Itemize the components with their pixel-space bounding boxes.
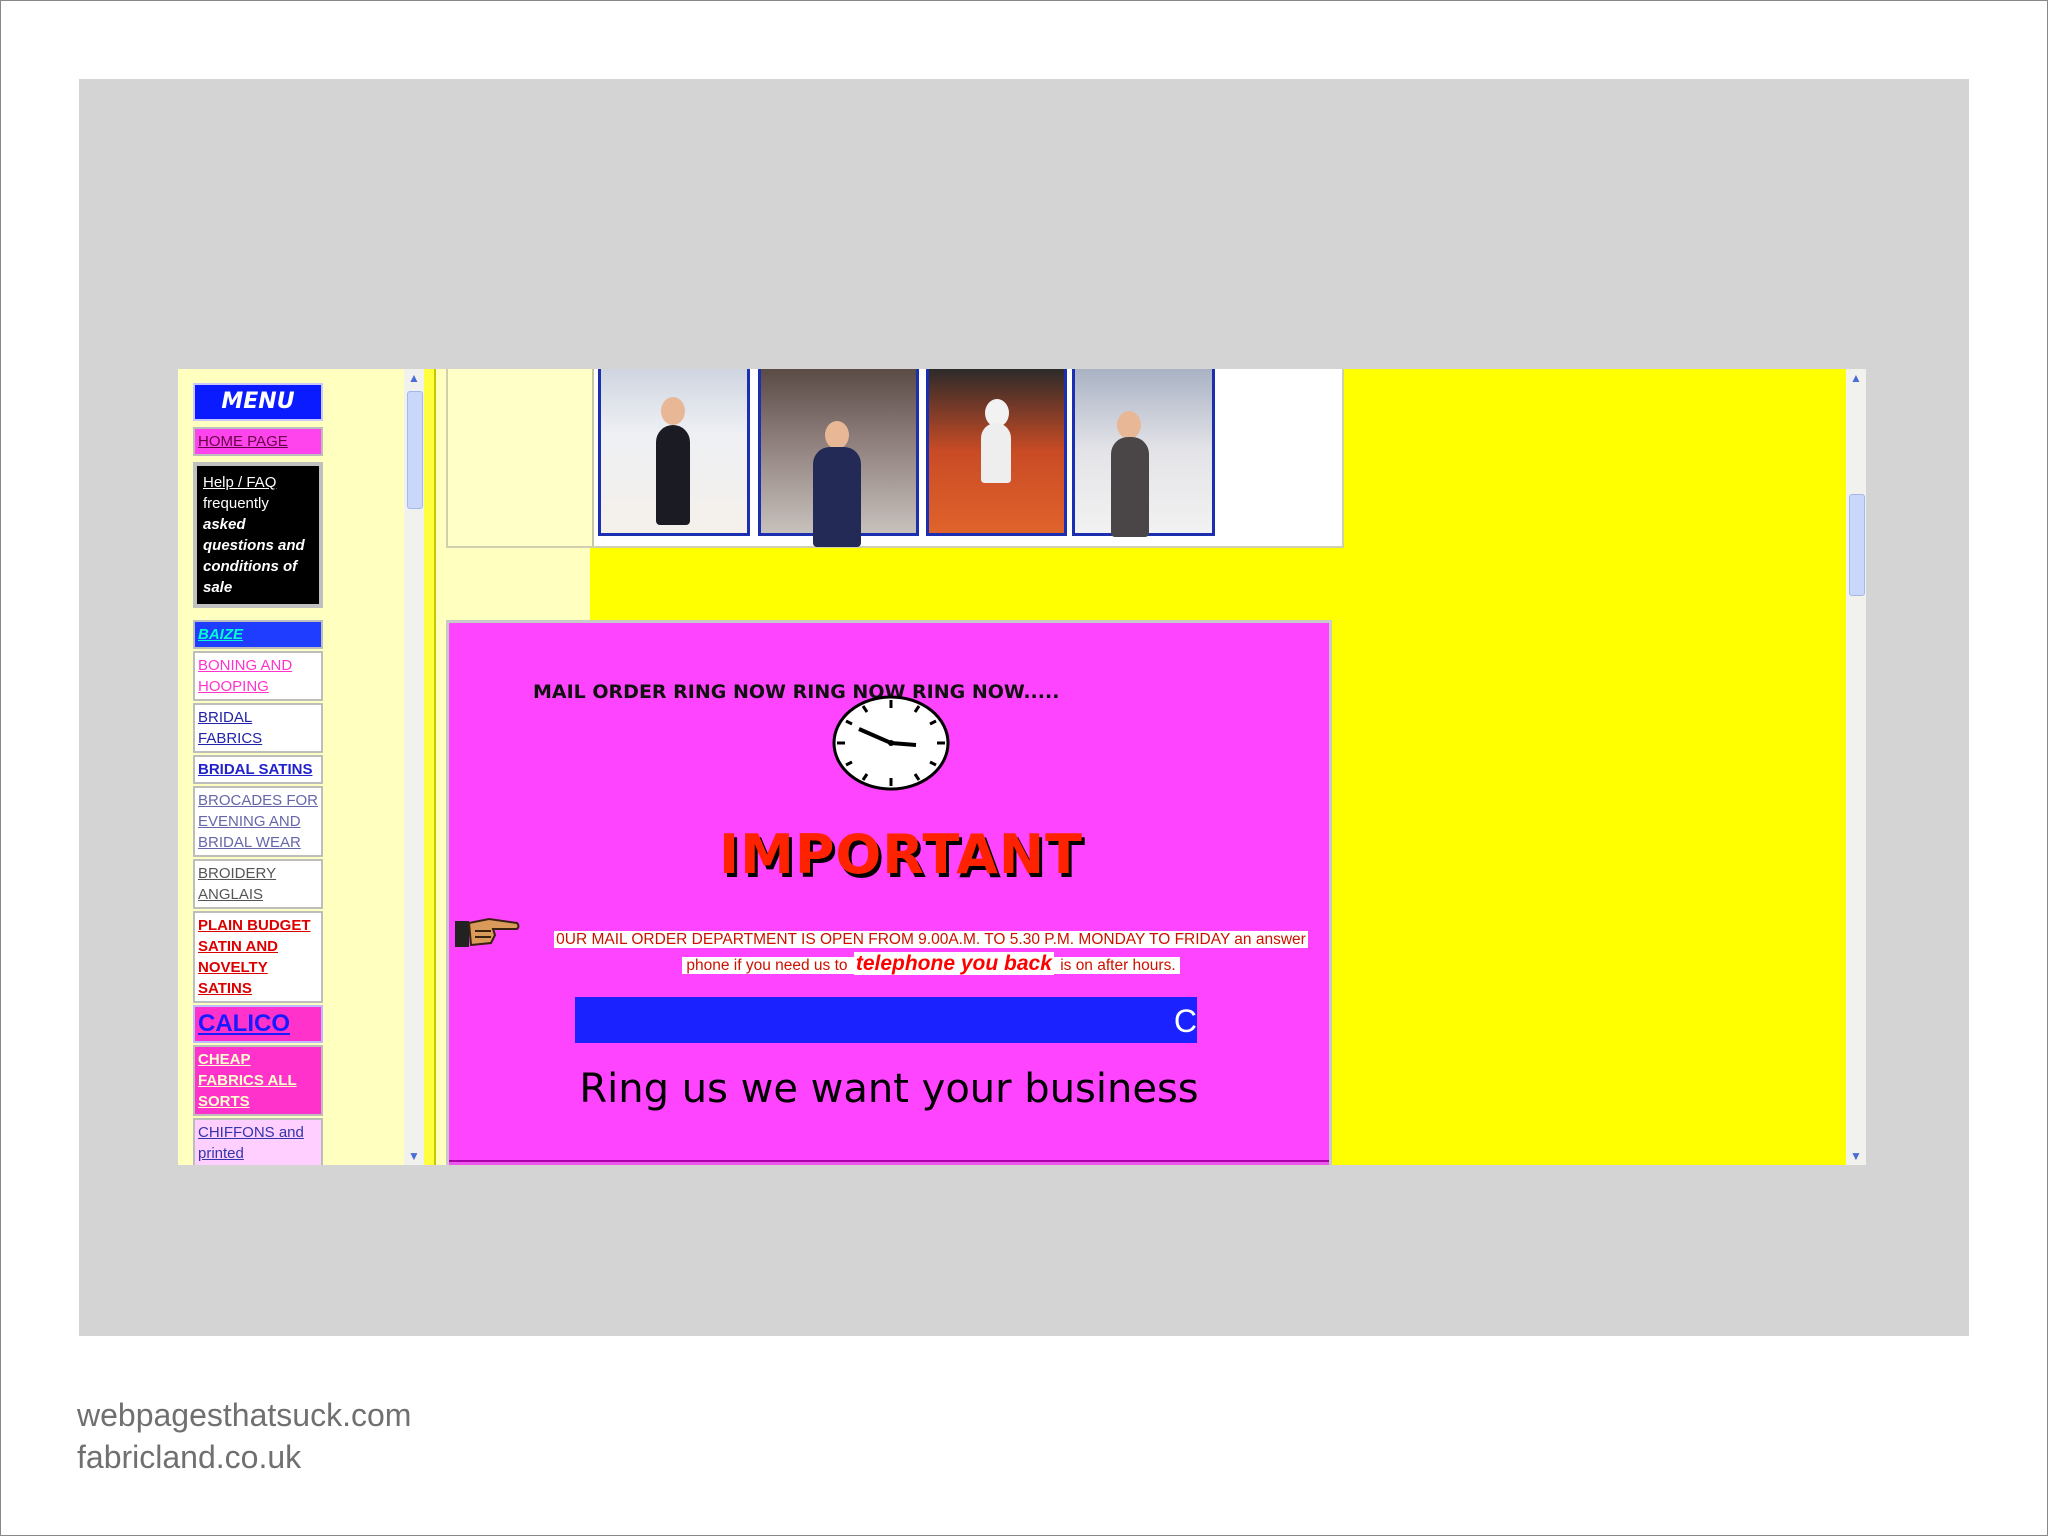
caption-url: fabricland.co.uk <box>77 1439 302 1475</box>
notice-line-2: phone if you need us to <box>684 957 850 974</box>
photo-figure <box>825 421 849 449</box>
help-text: frequently <box>203 495 269 512</box>
mail-order-panel: MAIL ORDER RING NOW RING NOW RING NOW...… <box>446 620 1332 1165</box>
menu-item-chiffons[interactable]: CHIFFONS and printed GEORGETTES <box>193 1118 323 1165</box>
staff-photo <box>926 369 1067 536</box>
caption: webpagesthatsuck.com fabricland.co.uk <box>77 1394 411 1478</box>
photo-figure <box>813 447 861 547</box>
notice-line-1: 0UR MAIL ORDER DEPARTMENT IS OPEN FROM 9… <box>554 931 1308 948</box>
help-faq-link[interactable]: Help / FAQ <box>203 474 276 491</box>
main-scrollbar[interactable]: ▲ ▼ <box>1846 369 1866 1165</box>
menu-item-boning[interactable]: BONING AND HOOPING <box>193 651 323 701</box>
menu-item-broidery[interactable]: BROIDERY ANGLAIS <box>193 859 323 909</box>
scroll-down-arrow-icon[interactable]: ▼ <box>404 1147 424 1165</box>
menu-item-brocades[interactable]: BROCADES FOR EVENING AND BRIDAL WEAR <box>193 786 323 857</box>
menu-scrollbar[interactable]: ▲ ▼ <box>404 369 424 1165</box>
browser-viewport: MENU HOME PAGE Help / FAQ frequently ask… <box>178 369 1866 1165</box>
help-text: asked <box>203 516 246 533</box>
photo-figure <box>981 423 1011 483</box>
clock-icon <box>832 695 950 791</box>
help-text: questions and <box>203 537 305 554</box>
photo-strip <box>446 369 1344 548</box>
scroll-down-arrow-icon[interactable]: ▼ <box>1846 1147 1866 1165</box>
pointing-hand-icon <box>455 917 520 947</box>
photo-figure <box>661 397 685 425</box>
panel-bottom-edge <box>449 1160 1329 1165</box>
menu-item-cheap-fabrics[interactable]: CHEAP FABRICS ALL SORTS <box>193 1045 323 1116</box>
menu-title: MENU <box>193 383 323 421</box>
staff-photo <box>1072 369 1215 537</box>
scroll-up-arrow-icon[interactable]: ▲ <box>1846 369 1866 387</box>
scroll-up-arrow-icon[interactable]: ▲ <box>404 369 424 387</box>
menu-item-bridal-satins[interactable]: BRIDAL SATINS <box>193 755 323 784</box>
tagline: Ring us we want your business <box>579 1066 1199 1112</box>
menu-item-home[interactable]: HOME PAGE <box>193 427 323 456</box>
telephone-you-back: telephone you back <box>853 952 1054 975</box>
photo-figure <box>1117 411 1141 439</box>
caption-site: webpagesthatsuck.com <box>77 1397 412 1433</box>
photo-figure <box>656 425 690 525</box>
menu-item-help[interactable]: Help / FAQ frequently asked questions an… <box>193 462 323 608</box>
menu-item-bridal-fabrics[interactable]: BRIDAL FABRICS <box>193 703 323 753</box>
scrolling-marquee: C <box>575 997 1197 1043</box>
frame-divider[interactable] <box>424 369 436 1165</box>
scroll-thumb[interactable] <box>407 391 423 509</box>
marquee-text: C <box>1173 1003 1197 1039</box>
staff-photo <box>758 369 919 547</box>
menu-column: MENU HOME PAGE Help / FAQ frequently ask… <box>193 383 323 1165</box>
menu-item-baize[interactable]: BAIZE <box>193 620 323 649</box>
help-text: sale <box>203 579 233 596</box>
scroll-thumb[interactable] <box>1849 494 1865 596</box>
menu-item-calico[interactable]: CALICO <box>193 1005 323 1043</box>
opening-hours-notice: 0UR MAIL ORDER DEPARTMENT IS OPEN FROM 9… <box>537 928 1325 978</box>
help-text: conditions of <box>203 558 298 575</box>
staff-photo <box>598 369 750 536</box>
menu-item-budget-satin[interactable]: PLAIN BUDGET SATIN AND NOVELTY SATINS <box>193 911 323 1003</box>
photo-strip-spacer <box>448 369 594 546</box>
photo-figure <box>1111 437 1149 537</box>
chiffons-link[interactable]: CHIFFONS <box>198 1124 275 1141</box>
important-heading: IMPORTANT <box>719 823 1083 886</box>
notice-line-2-end: is on after hours. <box>1058 957 1178 974</box>
